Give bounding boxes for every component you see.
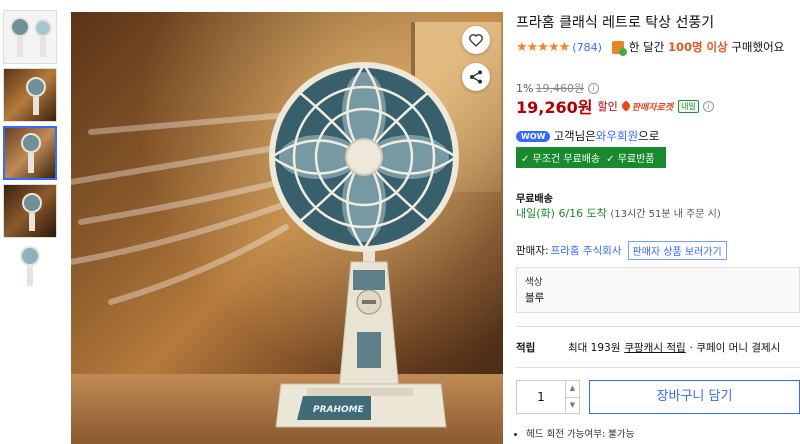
seller-label: 판매자:	[516, 245, 549, 257]
wow-text-before: 고객님은	[553, 129, 596, 143]
seller-row: 판매자: 프라홈 주식회사 판매자 상품 보러가기	[516, 241, 727, 260]
fan-illustration: PRAHOME	[71, 62, 459, 428]
delivery-note: (13시간 51분 내 주문 시)	[610, 209, 721, 220]
thumbnail-2[interactable]	[3, 68, 57, 122]
divider	[516, 326, 800, 327]
seller-rocket-badge: 판매자로켓	[620, 100, 674, 113]
coupang-cash-link[interactable]: 쿠팡캐시 적립	[624, 340, 685, 355]
thumbnail-4[interactable]	[3, 184, 57, 238]
discount-rate: 1%	[516, 81, 534, 95]
info-icon[interactable]: i	[702, 100, 714, 112]
tomorrow-badge: 내일	[678, 99, 699, 113]
sale-price-row: 19,260원 할인 판매자로켓 내일 i	[516, 94, 714, 118]
wow-text-after: 으로	[638, 129, 660, 143]
review-count-link[interactable]: (784)	[572, 41, 602, 54]
seller-name-link[interactable]: 프라홈 주식회사	[551, 243, 622, 258]
star-rating: ★★★★★	[516, 39, 570, 55]
seller-products-button[interactable]: 판매자 상품 보러가기	[627, 241, 727, 260]
thumbnail-3[interactable]	[3, 126, 57, 180]
thumbnail-1[interactable]	[3, 10, 57, 64]
delivery-date: 내일(화) 6/16	[516, 207, 584, 220]
wow-badge: WOW	[516, 130, 551, 142]
brand-logo-text: PRAHOME	[313, 405, 365, 415]
sale-label: 할인	[597, 100, 618, 113]
sold-count: 한 달간 100명 이상 구매했어요	[611, 39, 785, 56]
free-return-benefit: ✓ 무료반품	[606, 154, 655, 165]
points-text: 최대 193원	[568, 342, 621, 354]
thumbnail-5[interactable]	[3, 242, 57, 296]
heart-icon	[469, 34, 483, 47]
option-select[interactable]: 색상 블루	[516, 267, 800, 313]
sale-price: 19,260원	[516, 98, 593, 117]
main-product-image: PRAHOME	[71, 12, 503, 444]
free-shipping-benefit: ✓ 무조건 무료배송	[521, 154, 601, 165]
wow-benefits-box: ✓ 무조건 무료배송 ✓ 무료반품	[516, 147, 666, 168]
quantity-arrows: ▲ ▼	[565, 381, 579, 413]
info-icon[interactable]: i	[588, 82, 600, 94]
rating-row: ★★★★★ (784) 한 달간 100명 이상 구매했어요	[516, 39, 785, 56]
share-icon	[470, 70, 482, 84]
rocket-icon	[620, 100, 632, 112]
points-label: 적립	[516, 342, 536, 354]
option-value: 블루	[525, 292, 545, 304]
sold-prefix: 한 달간	[628, 40, 665, 54]
product-title: 프라홈 클래식 레트로 탁상 선풍기	[516, 15, 715, 31]
points-suffix: · 쿠페이 머니 결제시	[689, 342, 781, 354]
quantity-down-icon[interactable]: ▼	[566, 396, 579, 414]
product-info-panel: 프라홈 클래식 레트로 탁상 선풍기 ★★★★★ (784) 한 달간 100명…	[516, 0, 800, 444]
quantity-stepper[interactable]: 1 ▲ ▼	[516, 380, 580, 414]
sold-suffix: 구매했어요	[731, 40, 785, 54]
thumbnail-list	[3, 10, 59, 300]
delivery-arrive: 도착	[586, 207, 607, 220]
divider	[516, 367, 800, 368]
add-to-cart-button[interactable]: 장바구니 담기	[589, 380, 800, 414]
sold-highlight: 100명 이상	[667, 40, 728, 54]
shopping-bag-icon	[611, 40, 627, 56]
wow-member-row: WOW 고객님은 와우회원 으로	[516, 128, 659, 144]
points-row: 적립 최대 193원 쿠팡캐시 적립 · 쿠페이 머니 결제시	[516, 340, 780, 355]
quantity-up-icon[interactable]: ▲	[566, 381, 579, 397]
wishlist-button[interactable]	[462, 26, 490, 54]
detail-list: 헤드 회전 가능여부: 불가능	[526, 426, 634, 440]
quantity-value[interactable]: 1	[517, 381, 565, 413]
delivery-date-row: 내일(화) 6/16 도착 (13시간 51분 내 주문 시)	[516, 205, 721, 221]
rocket-label: 판매자로켓	[631, 102, 674, 113]
shipping-label: 무료배송	[516, 194, 553, 205]
wow-member-link[interactable]: 와우회원	[596, 128, 638, 144]
share-button[interactable]	[462, 63, 490, 91]
option-label: 색상	[525, 277, 543, 288]
detail-item: 헤드 회전 가능여부: 불가능	[526, 426, 634, 440]
